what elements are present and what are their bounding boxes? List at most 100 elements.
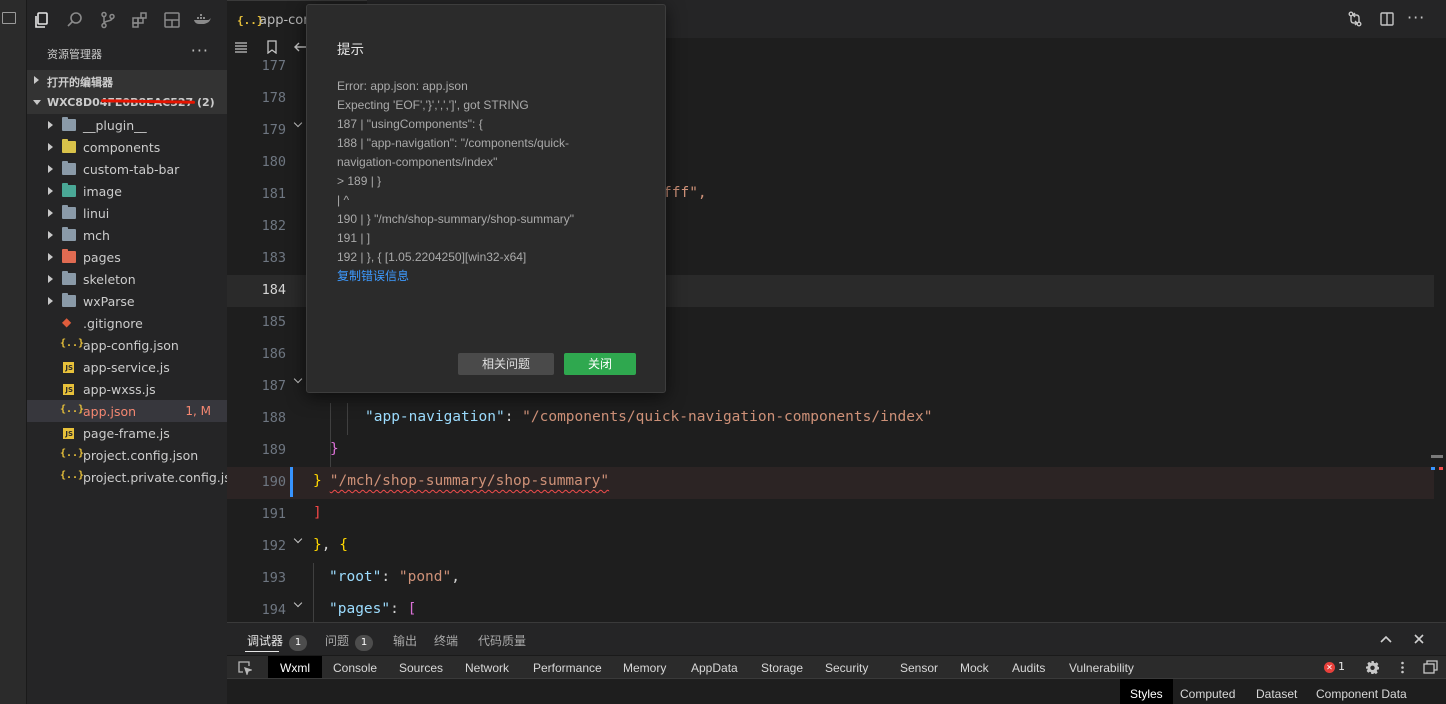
code-line: 191] [227, 499, 1434, 531]
chevron-right-icon [48, 165, 53, 173]
devtools-tab[interactable]: Mock [960, 656, 989, 679]
vertical-more-icon[interactable] [1395, 660, 1410, 675]
code-token: , [321, 537, 340, 553]
code-token: } [330, 441, 339, 457]
code-line: 194 "pages": [ [227, 595, 1434, 622]
devtools-tab[interactable]: Sources [399, 656, 443, 679]
fold-chevron-icon[interactable] [294, 120, 304, 130]
devtools-tab[interactable]: Sensor [900, 656, 938, 679]
devtools-tab[interactable]: Vulnerability [1069, 656, 1134, 679]
chevron-right-icon [48, 231, 53, 239]
devtools-subtab[interactable]: Dataset [1256, 679, 1297, 704]
devtools-tab[interactable]: Performance [533, 656, 602, 679]
related-issues-button[interactable]: 相关问题 [458, 353, 554, 375]
source-control-icon[interactable] [99, 11, 117, 29]
search-icon[interactable] [66, 11, 84, 29]
extensions-icon[interactable] [131, 11, 149, 29]
active-tab-underline [245, 651, 279, 652]
code-text: fff", [663, 185, 707, 201]
tree-item[interactable]: {..} app.json 1, M [27, 400, 227, 422]
tree-item[interactable]: {..} app-config.json [27, 334, 227, 356]
tree-item[interactable]: {..} project.config.json [27, 444, 227, 466]
tree-item[interactable]: skeleton [27, 268, 227, 290]
compare-changes-icon[interactable] [1347, 11, 1363, 27]
panel-tab[interactable]: 输出 [393, 632, 417, 649]
copy-error-link[interactable]: 复制错误信息 [337, 267, 409, 284]
panel-tab[interactable]: 调试器 1 [247, 632, 308, 651]
close-icon[interactable] [1412, 632, 1426, 646]
tree-item[interactable]: pages [27, 246, 227, 268]
tree-item[interactable]: JS app-service.js [27, 356, 227, 378]
chevron-up-icon[interactable] [1379, 632, 1393, 646]
devtools-tab[interactable]: Audits [1012, 656, 1045, 679]
fold-chevron-icon[interactable] [294, 376, 304, 386]
code-text: ] [313, 505, 322, 521]
explorer-more-icon[interactable]: ··· [191, 41, 209, 60]
devtools-tab[interactable]: Security [825, 656, 868, 679]
tree-item[interactable]: wxParse [27, 290, 227, 312]
devtools-tab[interactable]: Memory [623, 656, 666, 679]
devtools-tab[interactable]: Storage [761, 656, 803, 679]
tree-item-label: linui [83, 206, 110, 221]
tree-item[interactable]: ◆ .gitignore [27, 312, 227, 334]
panel-tab[interactable]: 代码质量 [478, 632, 526, 649]
tree-item[interactable]: JS app-wxss.js [27, 378, 227, 400]
inspect-element-icon[interactable] [237, 660, 252, 675]
tree-item[interactable]: image [27, 180, 227, 202]
folder-icon [62, 117, 76, 131]
panel-tab-label: 代码质量 [478, 634, 527, 648]
devtools-tab[interactable]: AppData [691, 656, 738, 679]
tree-item[interactable]: custom-tab-bar [27, 158, 227, 180]
line-number: 187 [261, 378, 286, 394]
docker-icon[interactable] [193, 11, 211, 29]
folder-icon [62, 183, 76, 197]
devtools-tab[interactable]: Console [333, 656, 377, 679]
devtools-subtab[interactable]: Styles [1120, 679, 1173, 704]
tree-item[interactable]: linui [27, 202, 227, 224]
activity-bar [27, 0, 227, 38]
devtools-tab[interactable]: Network [465, 656, 509, 679]
tree-item[interactable]: {..} project.private.config.js... [27, 466, 227, 488]
tree-item[interactable]: components [27, 136, 227, 158]
line-number: 183 [261, 250, 286, 266]
chevron-right-icon [34, 76, 39, 84]
devtools-subtab[interactable]: Component Data [1316, 679, 1407, 704]
git-file-icon: ◆ [62, 315, 72, 329]
tree-item[interactable]: mch [27, 224, 227, 246]
code-token: : [504, 409, 523, 425]
tree-item-label: app-config.json [83, 338, 179, 353]
line-number: 181 [261, 186, 286, 202]
tree-item-label: __plugin__ [83, 118, 147, 133]
tree-item[interactable]: JS page-frame.js [27, 422, 227, 444]
code-text: "root": "pond", [329, 569, 460, 585]
code-token: [ [407, 601, 417, 617]
explorer-files-icon[interactable] [33, 11, 51, 29]
project-section[interactable]: WXC8D04FE0B8EAC527 (2) [27, 92, 227, 114]
editor-more-icon[interactable]: ··· [1407, 8, 1425, 27]
window-icon[interactable] [2, 12, 16, 24]
tree-item-label: mch [83, 228, 110, 243]
fold-chevron-icon[interactable] [294, 600, 304, 610]
devtools-tab[interactable]: Wxml [268, 656, 322, 679]
dialog-message: Error: app.json: app.json Expecting 'EOF'… [337, 77, 637, 267]
window-edge-strip [0, 0, 27, 704]
line-number: 190 [261, 474, 286, 490]
tree-item[interactable]: __plugin__ [27, 114, 227, 136]
indent-guide [347, 403, 348, 435]
fold-chevron-icon[interactable] [294, 536, 304, 546]
panel-tab-label: 输出 [393, 634, 418, 648]
error-count-indicator[interactable]: ✕ 1 [1324, 660, 1345, 673]
devtools-subtab[interactable]: Computed [1180, 679, 1235, 704]
code-text: } [330, 441, 339, 457]
close-button[interactable]: 关闭 [564, 353, 636, 375]
split-editor-icon[interactable] [1379, 11, 1395, 27]
panel-layout-icon[interactable] [163, 11, 181, 29]
gear-icon[interactable] [1365, 660, 1380, 675]
panel-tab[interactable]: 终端 [434, 632, 458, 649]
ruler-mark [1439, 467, 1443, 470]
dialog-title: 提示 [337, 42, 364, 58]
undock-icon[interactable] [1423, 660, 1438, 675]
open-editors-section[interactable]: 打开的编辑器 [27, 70, 227, 92]
tree-item-label: app.json [83, 404, 137, 419]
panel-tab[interactable]: 问题 1 [325, 632, 374, 651]
